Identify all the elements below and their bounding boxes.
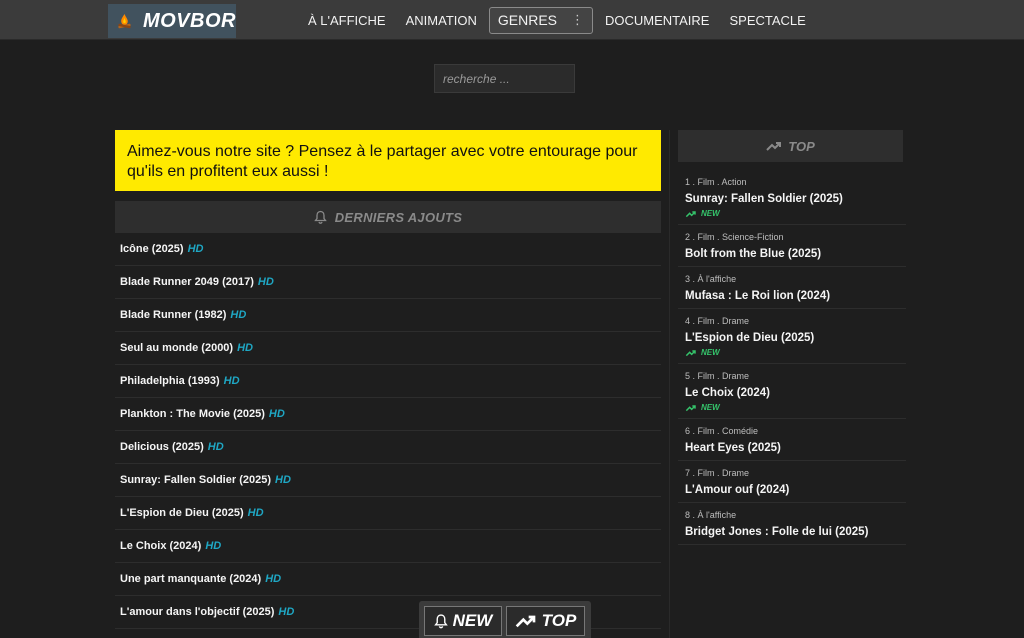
list-item[interactable]: Blade Runner (1982) HD — [115, 299, 661, 332]
list-item[interactable]: Delicious (2025) HD — [115, 431, 661, 464]
top-list-item[interactable]: 3 . À l'affiche Mufasa : Le Roi lion (20… — [678, 267, 906, 309]
nav-item-genres-label: GENRES — [497, 12, 557, 28]
new-badge-label: NEW — [701, 348, 720, 357]
hd-badge: HD — [223, 375, 240, 387]
hd-badge: HD — [205, 540, 222, 552]
share-banner: Aimez-vous notre site ? Pensez à le part… — [115, 130, 661, 191]
nav-item-animation[interactable]: ANIMATION — [396, 13, 487, 28]
trending-up-icon — [685, 210, 696, 217]
search-input[interactable] — [434, 64, 575, 93]
list-item-title: Icône (2025) — [120, 243, 184, 255]
top-list: 1 . Film . Action Sunray: Fallen Soldier… — [678, 170, 906, 545]
top-list-item[interactable]: 6 . Film . Comédie Heart Eyes (2025) — [678, 419, 906, 461]
latest-additions-list: Icône (2025) HD Blade Runner 2049 (2017) H… — [115, 233, 661, 629]
floating-new-button[interactable]: NEW — [424, 606, 502, 636]
hd-badge: HD — [237, 342, 253, 354]
hd-badge: HD — [257, 276, 274, 288]
top-title: TOP — [788, 138, 815, 154]
floating-top-label: TOP — [541, 611, 577, 630]
top-item-meta: 3 . À l'affiche — [685, 274, 737, 284]
top-list-item[interactable]: 5 . Film . Drame Le Choix (2024) NEW — [678, 364, 906, 419]
column-divider — [669, 130, 670, 638]
list-item-title: Le Choix (2024) — [120, 540, 202, 552]
vertical-dots-icon: ⋮ — [571, 12, 584, 27]
top-list-item[interactable]: 8 . À l'affiche Bridget Jones : Folle de… — [678, 503, 906, 545]
main-menu: À L'AFFICHE ANIMATION GENRES ⋮ DOCUMENTA… — [298, 0, 816, 40]
hd-badge: HD — [207, 441, 224, 453]
list-item[interactable]: Icône (2025) HD — [115, 233, 661, 266]
list-item-title: Seul au monde (2000) — [120, 342, 234, 354]
new-badge-label: NEW — [701, 403, 720, 412]
top-item-title: Heart Eyes (2025) — [685, 442, 781, 454]
list-item[interactable]: Philadelphia (1993) HD — [115, 365, 661, 398]
top-list-item[interactable]: 2 . Film . Science-Fiction Bolt from the… — [678, 225, 906, 267]
bell-icon — [433, 614, 448, 629]
latest-additions-title: DERNIERS AJOUTS — [334, 209, 463, 225]
trending-up-icon — [515, 615, 536, 628]
site-logo-text: MOVBOR — [143, 9, 236, 32]
list-item-title: Une part manquante (2024) — [120, 573, 262, 585]
latest-additions-header: DERNIERS AJOUTS — [115, 201, 661, 233]
top-list-item[interactable]: 7 . Film . Drame L'Amour ouf (2024) — [678, 461, 906, 503]
list-item-title: Blade Runner 2049 (2017) — [120, 276, 254, 288]
top-item-meta: 6 . Film . Comédie — [685, 426, 759, 436]
list-item-title: L'amour dans l'objectif (2025) — [120, 606, 275, 618]
top-item-meta: 8 . À l'affiche — [685, 510, 737, 520]
nav-item-a-laffiche[interactable]: À L'AFFICHE — [298, 13, 396, 28]
hd-badge: HD — [268, 408, 285, 420]
new-badge: NEW — [685, 348, 899, 357]
new-badge: NEW — [685, 403, 899, 412]
list-item-title: Plankton : The Movie (2025) — [120, 408, 265, 420]
nav-item-documentaire[interactable]: DOCUMENTAIRE — [595, 13, 719, 28]
top-item-title: Bridget Jones : Folle de lui (2025) — [685, 526, 869, 538]
hd-badge: HD — [230, 309, 247, 321]
list-item[interactable]: Sunray: Fallen Soldier (2025) HD — [115, 464, 661, 497]
trending-up-icon — [685, 349, 696, 356]
list-item-title: Delicious (2025) — [120, 441, 204, 453]
trending-up-icon — [685, 404, 696, 411]
floating-new-label: NEW — [452, 611, 493, 630]
top-item-meta: 5 . Film . Drame — [685, 371, 750, 381]
trending-up-icon — [766, 142, 782, 151]
top-item-meta: 1 . Film . Action — [685, 177, 747, 187]
hd-badge: HD — [247, 507, 264, 519]
list-item[interactable]: Seul au monde (2000) HD — [115, 332, 661, 365]
top-item-title: L'Espion de Dieu (2025) — [685, 332, 815, 344]
hd-badge: HD — [187, 243, 204, 255]
site-logo[interactable]: MOVBOR — [108, 4, 236, 38]
hd-badge: HD — [275, 474, 291, 486]
hd-badge: HD — [265, 573, 282, 585]
list-item-title: Blade Runner (1982) — [120, 309, 227, 321]
campfire-icon — [118, 14, 131, 29]
list-item-title: L'Espion de Dieu (2025) — [120, 507, 244, 519]
bell-icon — [313, 210, 327, 224]
new-badge-label: NEW — [701, 209, 720, 218]
list-item-title: Philadelphia (1993) — [120, 375, 220, 387]
list-item[interactable]: Plankton : The Movie (2025) HD — [115, 398, 661, 431]
top-list-item[interactable]: 1 . Film . Action Sunray: Fallen Soldier… — [678, 170, 906, 225]
list-item[interactable]: Une part manquante (2024) HD — [115, 563, 661, 596]
top-item-meta: 4 . Film . Drame — [685, 316, 750, 326]
top-item-title: Sunray: Fallen Soldier (2025) — [685, 193, 843, 205]
top-header: TOP — [678, 130, 903, 162]
list-item[interactable]: L'Espion de Dieu (2025) HD — [115, 497, 661, 530]
top-item-meta: 7 . Film . Drame — [685, 468, 750, 478]
top-navbar: MOVBOR À L'AFFICHE ANIMATION GENRES ⋮ DO… — [0, 0, 1024, 40]
top-list-item[interactable]: 4 . Film . Drame L'Espion de Dieu (2025)… — [678, 309, 906, 364]
floating-top-button[interactable]: TOP — [506, 606, 585, 636]
floating-toggle-bar: NEW TOP — [419, 601, 591, 638]
nav-item-spectacle[interactable]: SPECTACLE — [719, 13, 815, 28]
list-item-title: Sunray: Fallen Soldier (2025) — [120, 474, 271, 486]
top-item-title: Mufasa : Le Roi lion (2024) — [685, 290, 831, 302]
top-item-title: Le Choix (2024) — [685, 387, 770, 399]
list-item[interactable]: Blade Runner 2049 (2017) HD — [115, 266, 661, 299]
hd-badge: HD — [278, 606, 295, 618]
nav-item-genres-dropdown[interactable]: GENRES ⋮ — [488, 6, 593, 34]
top-item-meta: 2 . Film . Science-Fiction — [685, 232, 784, 242]
top-item-title: Bolt from the Blue (2025) — [685, 248, 822, 260]
list-item[interactable]: Le Choix (2024) HD — [115, 530, 661, 563]
top-item-title: L'Amour ouf (2024) — [685, 484, 790, 496]
new-badge: NEW — [685, 209, 899, 218]
